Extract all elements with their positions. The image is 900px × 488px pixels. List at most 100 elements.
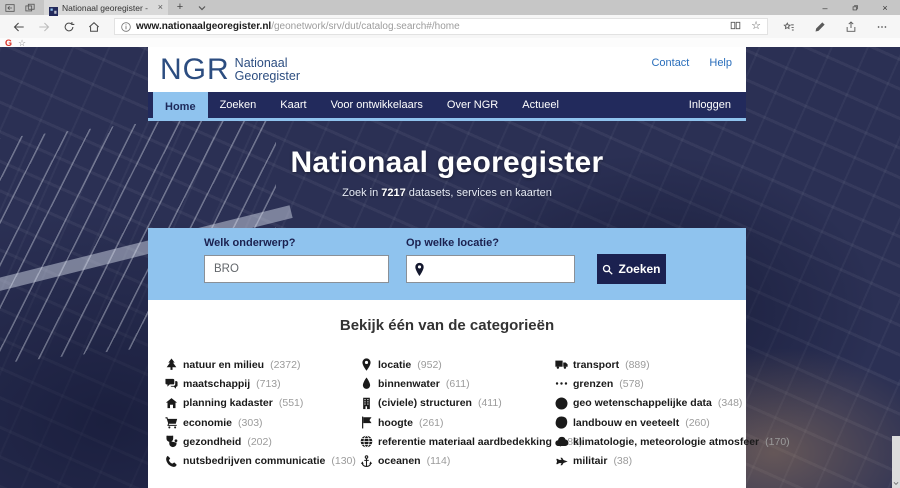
categories-grid: natuur en milieu(2372) maatschappij (713) p… bbox=[148, 355, 746, 471]
jet-icon bbox=[555, 455, 568, 468]
web-note-pen-icon[interactable] bbox=[807, 17, 832, 37]
location-search-field[interactable] bbox=[406, 255, 575, 283]
url-field-actions: ☆ bbox=[730, 20, 761, 34]
bookmark-star-icon[interactable]: ☆ bbox=[18, 38, 26, 47]
browser-tab[interactable]: Nationaal georegister - × bbox=[44, 0, 168, 15]
category-item-oceanen[interactable]: oceanen(114) bbox=[360, 455, 555, 468]
category-item-militair[interactable]: militair(38) bbox=[555, 455, 750, 468]
tab-preview-icon[interactable] bbox=[20, 0, 40, 15]
close-button[interactable]: × bbox=[870, 0, 900, 15]
forward-icon[interactable] bbox=[31, 17, 56, 37]
refresh-icon[interactable] bbox=[56, 17, 81, 37]
address-bar[interactable]: www.nationaalgeoregister.nl/geonetwork/s… bbox=[114, 18, 768, 35]
nav-item-voor-ontwikkelaars[interactable]: Voor ontwikkelaars bbox=[319, 92, 435, 118]
drop-icon bbox=[360, 377, 373, 390]
category-label: planning kadaster bbox=[183, 397, 273, 409]
favorite-star-icon[interactable]: ☆ bbox=[751, 21, 761, 32]
category-count: (611) bbox=[446, 378, 470, 390]
nav-item-over-ngr[interactable]: Over NGR bbox=[435, 92, 510, 118]
url-path: /geonetwork/srv/dut/catalog.search#/home bbox=[271, 21, 459, 32]
reading-view-icon[interactable] bbox=[730, 20, 741, 34]
tab-title: Nationaal georegister - bbox=[62, 3, 154, 13]
info-icon[interactable] bbox=[121, 22, 131, 32]
category-item-grenzen[interactable]: grenzen(578) bbox=[555, 377, 750, 390]
category-label: referentie materiaal aardbedekking bbox=[378, 436, 552, 448]
browser-window: Nationaal georegister - × + – × bbox=[0, 0, 900, 488]
search-button[interactable]: Zoeken bbox=[597, 254, 666, 284]
category-count: (303) bbox=[238, 417, 263, 429]
site-header: NGR Nationaal Georegister Contact Help bbox=[148, 47, 746, 92]
page-title: Nationaal georegister bbox=[290, 146, 603, 180]
scroll-down-icon bbox=[893, 481, 899, 486]
map-pin-icon bbox=[414, 262, 425, 277]
tab-close-icon[interactable]: × bbox=[158, 0, 163, 15]
dots-icon bbox=[555, 377, 568, 390]
url-domain: www.nationaalgeoregister.nl bbox=[136, 21, 271, 32]
category-item-binnenwater[interactable]: binnenwater(611) bbox=[360, 377, 555, 390]
category-label: geo wetenschappelijke data bbox=[573, 397, 712, 409]
category-item-maatschappij[interactable]: maatschappij (713) bbox=[165, 377, 360, 390]
site-content: NGR Nationaal Georegister Contact Help H… bbox=[148, 47, 746, 488]
header-link-contact[interactable]: Contact bbox=[651, 57, 689, 69]
home-icon[interactable] bbox=[81, 17, 106, 37]
category-label: (civiele) structuren bbox=[378, 397, 472, 409]
category-count: (713) bbox=[256, 378, 281, 390]
category-count: (551) bbox=[279, 397, 304, 409]
share-icon[interactable] bbox=[838, 17, 863, 37]
set-tabs-aside-icon[interactable] bbox=[0, 0, 20, 15]
cloud-icon bbox=[555, 435, 568, 448]
category-label: grenzen bbox=[573, 378, 613, 390]
dataset-count: 7217 bbox=[381, 187, 405, 199]
category-item-economie[interactable]: economie (303) bbox=[165, 416, 360, 429]
ngr-logo[interactable]: NGR Nationaal Georegister bbox=[160, 53, 300, 87]
url-text: www.nationaalgeoregister.nl/geonetwork/s… bbox=[136, 21, 460, 32]
nav-item-actueel[interactable]: Actueel bbox=[510, 92, 571, 118]
category-count: (130) bbox=[331, 455, 356, 467]
category-item-referentie-materiaal-aardbedekking[interactable]: referentie materiaal aardbedekking(186) bbox=[360, 435, 555, 448]
tree-icon bbox=[165, 358, 178, 371]
category-label: transport bbox=[573, 359, 619, 371]
header-link-help[interactable]: Help bbox=[709, 57, 732, 69]
restore-button[interactable] bbox=[840, 0, 870, 15]
more-options-icon[interactable] bbox=[869, 17, 894, 37]
search-panel: Welk onderwerp? Op welke locatie? Zoeken bbox=[148, 228, 746, 300]
category-count: (170) bbox=[765, 436, 790, 448]
category-item-geo-wetenschappelijke-data[interactable]: geo wetenschappelijke data(348) bbox=[555, 397, 750, 410]
building-icon bbox=[360, 397, 373, 410]
category-label: maatschappij bbox=[183, 378, 250, 390]
header-links: Contact Help bbox=[651, 47, 738, 69]
category-item-landbouw-en-veeteelt[interactable]: landbouw en veeteelt(260) bbox=[555, 416, 750, 429]
geodata-icon bbox=[555, 397, 568, 410]
minimize-button[interactable]: – bbox=[810, 0, 840, 15]
search-icon bbox=[602, 264, 613, 275]
category-label: landbouw en veeteelt bbox=[573, 417, 679, 429]
category-item-nutsbedrijven-communicatie[interactable]: nutsbedrijven communicatie (130) bbox=[165, 455, 360, 468]
topic-label: Welk onderwerp? bbox=[204, 237, 295, 249]
category-label: economie bbox=[183, 417, 232, 429]
nav-item-kaart[interactable]: Kaart bbox=[268, 92, 318, 118]
location-search-input[interactable] bbox=[431, 263, 567, 275]
category-label: nutsbedrijven communicatie bbox=[183, 455, 325, 467]
bookmark-favicon[interactable]: G bbox=[5, 38, 12, 47]
nav-item-zoeken[interactable]: Zoeken bbox=[208, 92, 269, 118]
category-item-civiele-structuren[interactable]: (civiele) structuren(411) bbox=[360, 397, 555, 410]
topic-search-input[interactable] bbox=[204, 255, 389, 283]
page-scrollbar[interactable] bbox=[892, 436, 900, 488]
hub-favorites-icon[interactable] bbox=[776, 17, 801, 37]
tab-list-chevron-icon[interactable] bbox=[192, 0, 212, 15]
category-label: locatie bbox=[378, 359, 411, 371]
category-item-planning-kadaster[interactable]: planning kadaster (551) bbox=[165, 397, 360, 410]
back-icon[interactable] bbox=[6, 17, 31, 37]
nav-item-home[interactable]: Home bbox=[153, 92, 208, 121]
category-item-hoogte[interactable]: hoogte(261) bbox=[360, 416, 555, 429]
hero-subtitle: Zoek in 7217 datasets, services en kaart… bbox=[342, 187, 552, 199]
category-item-locatie[interactable]: locatie(952) bbox=[360, 358, 555, 371]
category-item-natuur-en-milieu[interactable]: natuur en milieu(2372) bbox=[165, 358, 360, 371]
category-count: (38) bbox=[613, 455, 632, 467]
category-item-gezondheid[interactable]: gezondheid(202) bbox=[165, 435, 360, 448]
category-item-transport[interactable]: transport(889) bbox=[555, 358, 750, 371]
nav-items: HomeZoekenKaartVoor ontwikkelaarsOver NG… bbox=[153, 92, 571, 118]
nav-login[interactable]: Inloggen bbox=[674, 92, 746, 118]
category-item-klimatologie-meteorologie-atmosfeer[interactable]: klimatologie, meteorologie atmosfeer(170… bbox=[555, 435, 750, 448]
new-tab-button[interactable]: + bbox=[168, 0, 192, 15]
